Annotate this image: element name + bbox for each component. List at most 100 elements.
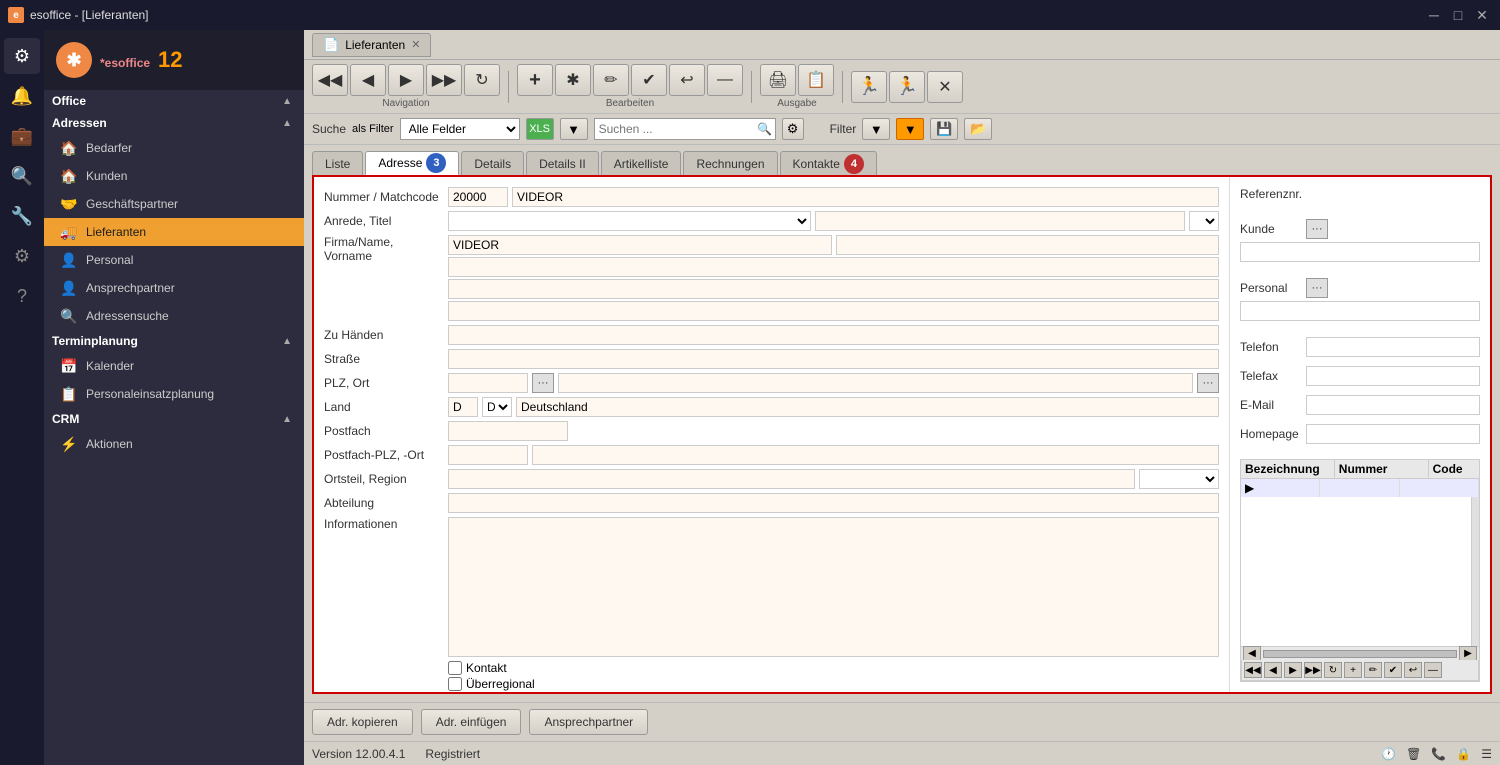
filter-save-button[interactable]: 💾 [930,118,958,140]
firma-name-input[interactable] [448,235,832,255]
tab-adresse[interactable]: Adresse 3 [365,151,459,175]
postfach-input[interactable] [448,421,568,441]
nav-icon-gear[interactable]: ⚙ [4,38,40,74]
tbl-prev-button[interactable]: ◀ [1264,662,1282,678]
action1-button[interactable]: 🏃 [851,71,887,103]
table-scrollbar[interactable] [1471,497,1479,646]
kontakt-checkbox[interactable] [448,661,462,675]
ort-input[interactable] [558,373,1193,393]
search-settings-button[interactable]: ⚙ [782,118,804,140]
sidebar-item-kalender[interactable]: 📅 Kalender [44,352,304,380]
postfach-plz-input[interactable] [448,445,528,465]
edit-new-button[interactable]: + [517,64,553,96]
sidebar-item-personaleinsatz[interactable]: 📋 Personaleinsatzplanung [44,380,304,408]
excel-export-button[interactable]: XLS [526,118,554,140]
land-select[interactable]: D [482,397,512,417]
edit-reset-button[interactable]: ↩ [669,64,705,96]
nav-icon-briefcase[interactable]: 💼 [4,118,40,154]
anrede-select[interactable] [448,211,811,231]
tbl-next-button[interactable]: ▶ [1284,662,1302,678]
sidebar-item-personal[interactable]: 👤 Personal [44,246,304,274]
ansprechpartner-button[interactable]: Ansprechpartner [529,709,648,735]
informationen-textarea[interactable] [448,517,1219,657]
kunde-lookup-button[interactable]: ··· [1306,219,1328,239]
sidebar-item-kunden[interactable]: 🏠 Kunden [44,162,304,190]
tbl-refresh-button[interactable]: ↻ [1324,662,1342,678]
zuhaenden-input[interactable] [448,325,1219,345]
sidebar-adressen-header[interactable]: Adressen ▲ [44,112,304,134]
filter-funnel-button[interactable]: ▼ [862,118,890,140]
tbl-delete-button[interactable]: — [1424,662,1442,678]
table-row-arrow[interactable]: ▶ [1241,479,1479,497]
nav-first-button[interactable]: ◀◀ [312,64,348,96]
print-button[interactable]: 🖨 [760,64,796,96]
tbl-first-button[interactable]: ◀◀ [1244,662,1262,678]
nav-prev-button[interactable]: ◀ [350,64,386,96]
edit-delete-button[interactable]: — [707,64,743,96]
titel-select[interactable] [1189,211,1219,231]
search-go-button[interactable]: 🔍 [755,119,775,139]
tab-liste[interactable]: Liste [312,151,363,175]
ortsteil-input[interactable] [448,469,1135,489]
land-name-input[interactable] [516,397,1219,417]
nummer-input[interactable] [448,187,508,207]
search-dropdown-button[interactable]: ▼ [560,118,588,140]
export-button[interactable]: 📋 [798,64,834,96]
telefon-input[interactable] [1306,337,1480,357]
nav-last-button[interactable]: ▶▶ [426,64,462,96]
ueberregional-checkbox[interactable] [448,677,462,691]
sidebar-item-bedarfer[interactable]: 🏠 Bedarfer [44,134,304,162]
tbl-cancel-button[interactable]: ↩ [1404,662,1422,678]
tbl-last-button[interactable]: ▶▶ [1304,662,1322,678]
titel-input[interactable] [815,211,1186,231]
adr-einfuegen-button[interactable]: Adr. einfügen [421,709,522,735]
close-action-button[interactable]: ✕ [927,71,963,103]
tab-kontakte[interactable]: Kontakte 4 [780,151,877,175]
personal-input[interactable] [1240,301,1480,321]
nav-icon-settings[interactable]: ⚙ [4,238,40,274]
edit-edit-button[interactable]: ✏ [593,64,629,96]
nav-icon-bell[interactable]: 🔔 [4,78,40,114]
minimize-button[interactable]: ─ [1424,5,1444,25]
homepage-input[interactable] [1306,424,1480,444]
sidebar-office-header[interactable]: Office ▲ [44,90,304,112]
land-code-input[interactable] [448,397,478,417]
plz-lookup-button[interactable]: ··· [532,373,554,393]
email-input[interactable] [1306,395,1480,415]
edit-copy-button[interactable]: ✱ [555,64,591,96]
plz-input[interactable] [448,373,528,393]
kunde-input[interactable] [1240,242,1480,262]
sidebar-item-aktionen[interactable]: ⚡ Aktionen [44,430,304,458]
strasse-input[interactable] [448,349,1219,369]
doc-tab-lieferanten[interactable]: 📄 Lieferanten ✕ [312,33,431,57]
action2-button[interactable]: 🏃 [889,71,925,103]
telefax-input[interactable] [1306,366,1480,386]
sidebar-item-lieferanten[interactable]: 🚚 Lieferanten [44,218,304,246]
filter-active-button[interactable]: ▼ [896,118,924,140]
nav-icon-tools[interactable]: 🔧 [4,198,40,234]
tab-details2[interactable]: Details II [526,151,599,175]
abteilung-input[interactable] [448,493,1219,513]
tab-artikelliste[interactable]: Artikelliste [601,151,682,175]
sidebar-item-geschaeftspartner[interactable]: 🤝 Geschäftspartner [44,190,304,218]
firma-line3-input[interactable] [448,279,1219,299]
sidebar-terminplanung-header[interactable]: Terminplanung ▲ [44,330,304,352]
nav-icon-help[interactable]: ? [4,278,40,314]
edit-save-button[interactable]: ✔ [631,64,667,96]
filter-load-button[interactable]: 📂 [964,118,992,140]
sidebar-crm-header[interactable]: CRM ▲ [44,408,304,430]
matchcode-input[interactable] [512,187,1219,207]
ort-lookup-button[interactable]: ··· [1197,373,1219,393]
close-button[interactable]: ✕ [1472,5,1492,25]
maximize-button[interactable]: □ [1448,5,1468,25]
tbl-new-button[interactable]: + [1344,662,1362,678]
adr-kopieren-button[interactable]: Adr. kopieren [312,709,413,735]
tbl-edit-button[interactable]: ✏ [1364,662,1382,678]
tab-close-icon[interactable]: ✕ [411,38,420,51]
hscroll-thumb[interactable] [1263,650,1457,658]
sidebar-item-adressensuche[interactable]: 🔍 Adressensuche [44,302,304,330]
region-select[interactable] [1139,469,1219,489]
firma-vorname-input[interactable] [836,235,1220,255]
postfach-ort-input[interactable] [532,445,1219,465]
search-field-select[interactable]: Alle Felder [400,118,520,140]
